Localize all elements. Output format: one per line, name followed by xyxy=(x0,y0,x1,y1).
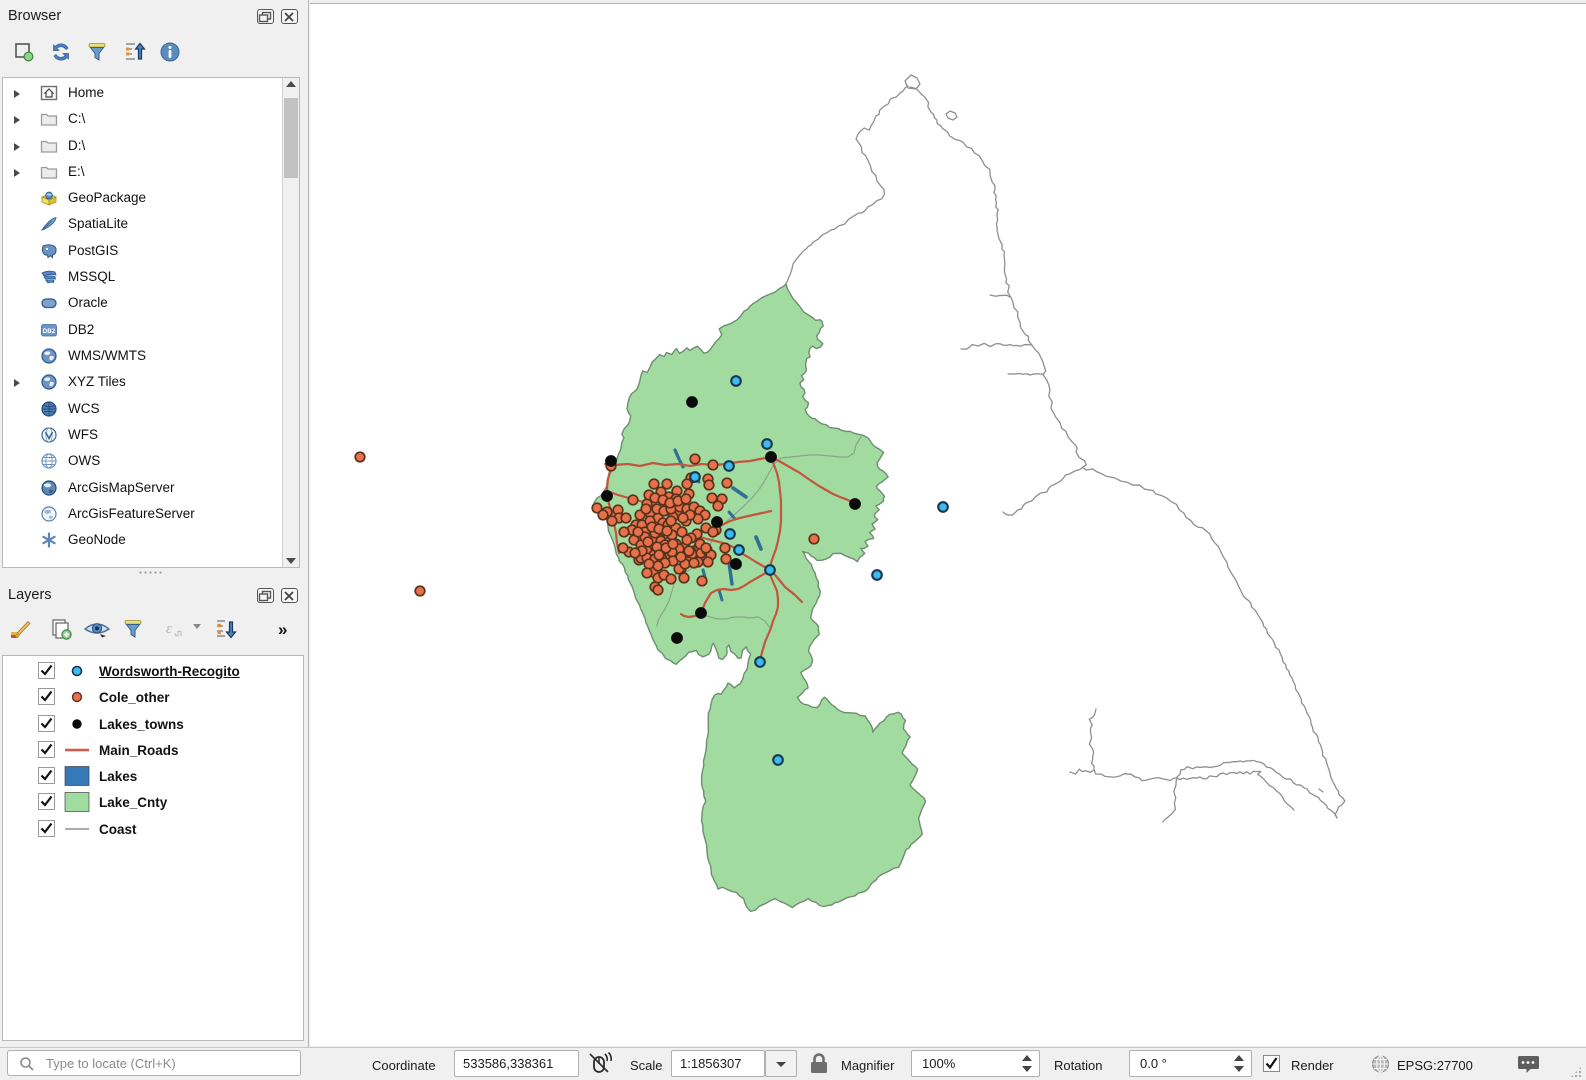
svg-text:DB2: DB2 xyxy=(43,328,56,335)
svg-text:ε: ε xyxy=(166,621,172,637)
